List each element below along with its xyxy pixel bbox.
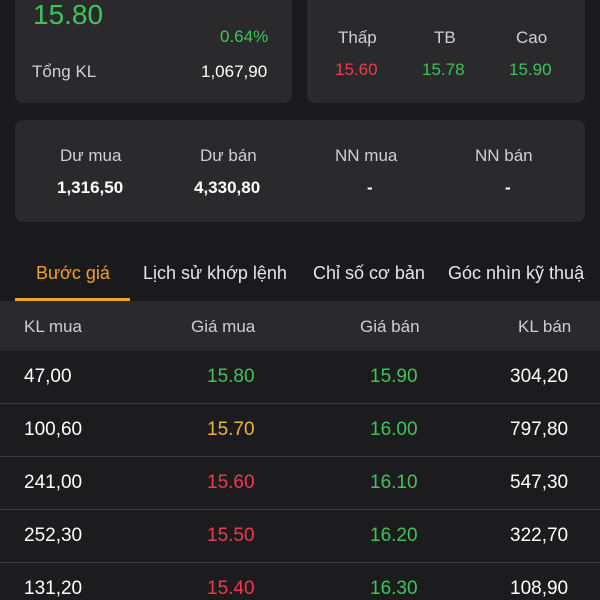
sell-volume-cell: 304,20	[510, 366, 569, 387]
buy-price-cell: 15.40	[207, 578, 255, 599]
foreign-sell-value: -	[505, 178, 511, 197]
buy-volume-cell: 252,30	[24, 525, 83, 546]
price-summary-card: 15.80 0.64% Tổng KL 1,067,90	[15, 0, 292, 103]
order-book-header: KL mua Giá mua Giá bán KL bán	[0, 301, 600, 351]
buy-volume-cell: 131,20	[24, 578, 83, 599]
sell-volume-cell: 108,90	[510, 578, 569, 599]
buy-price-cell: 15.50	[207, 525, 255, 546]
header-sell-volume: KL bán	[518, 317, 572, 336]
high-label: Cao	[516, 28, 548, 47]
table-row[interactable]: 241,00 15.60 16.10 547,30	[0, 457, 600, 510]
header-buy-volume: KL mua	[24, 317, 82, 336]
low-label: Thấp	[338, 28, 377, 47]
table-row[interactable]: 100,60 15.70 16.00 797,80	[0, 404, 600, 457]
avg-value: 15.78	[422, 60, 465, 79]
table-row[interactable]: 131,20 15.40 16.30 108,90	[0, 563, 600, 600]
buy-price-cell: 15.80	[207, 366, 255, 387]
tab-match-history[interactable]: Lịch sử khớp lệnh	[143, 263, 287, 284]
table-row[interactable]: 252,30 15.50 16.20 322,70	[0, 510, 600, 563]
sell-surplus-value: 4,330,80	[194, 178, 261, 197]
header-buy-price: Giá mua	[191, 317, 256, 336]
sell-volume-cell: 797,80	[510, 419, 569, 440]
header-sell-price: Giá bán	[360, 317, 420, 336]
low-value: 15.60	[335, 60, 378, 79]
price-range-card: Thấp TB Cao 15.60 15.78 15.90	[307, 0, 585, 103]
buy-volume-cell: 241,00	[24, 472, 83, 493]
sell-price-cell: 16.20	[370, 525, 418, 546]
foreign-buy-value: -	[367, 178, 373, 197]
tab-fundamentals[interactable]: Chỉ số cơ bản	[313, 263, 425, 284]
sell-volume-cell: 322,70	[510, 525, 569, 546]
sell-surplus-label: Dư bán	[200, 146, 257, 165]
buy-volume-cell: 100,60	[24, 419, 83, 440]
sell-price-cell: 16.10	[370, 472, 418, 493]
trade-summary-card: Dư mua Dư bán NN mua NN bán 1,316,50 4,3…	[15, 120, 585, 222]
total-volume-label: Tổng KL	[32, 62, 97, 81]
table-row[interactable]: 47,00 15.80 15.90 304,20	[0, 351, 600, 404]
change-percent: 0.64%	[220, 27, 269, 46]
buy-price-cell: 15.60	[207, 472, 255, 493]
avg-label: TB	[434, 28, 456, 47]
tab-technical-view[interactable]: Góc nhìn kỹ thuậ	[448, 263, 584, 284]
foreign-buy-label: NN mua	[335, 146, 398, 165]
detail-tabs: Bước giá Lịch sử khớp lệnh Chỉ số cơ bản…	[0, 243, 600, 302]
sell-price-cell: 15.90	[370, 366, 418, 387]
sell-price-cell: 16.00	[370, 419, 418, 440]
buy-price-cell: 15.70	[207, 419, 255, 440]
sell-volume-cell: 547,30	[510, 472, 569, 493]
buy-surplus-label: Dư mua	[60, 146, 122, 165]
sell-price-cell: 16.30	[370, 578, 418, 599]
high-value: 15.90	[509, 60, 552, 79]
buy-volume-cell: 47,00	[24, 366, 72, 387]
last-price: 15.80	[33, 0, 104, 30]
foreign-sell-label: NN bán	[475, 146, 533, 165]
buy-surplus-value: 1,316,50	[57, 178, 124, 197]
tab-price-steps[interactable]: Bước giá	[36, 263, 110, 284]
total-volume-value: 1,067,90	[201, 62, 268, 81]
